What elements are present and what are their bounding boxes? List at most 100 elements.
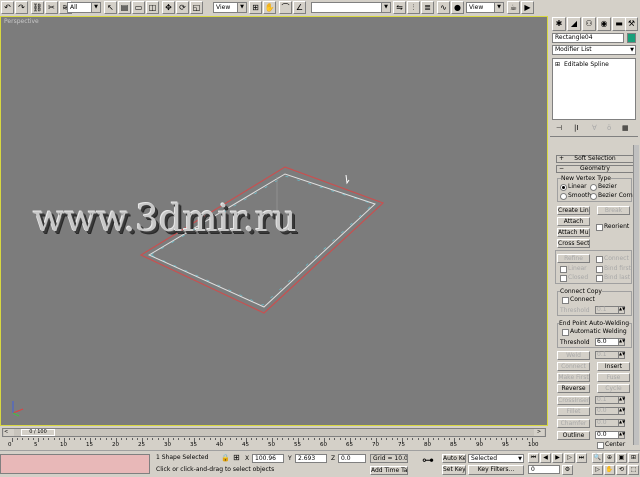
redo-icon[interactable]: ↷ bbox=[15, 1, 28, 14]
cycle-button[interactable]: Cycle bbox=[597, 384, 630, 393]
crossinsert-button[interactable]: CrossInsert bbox=[557, 396, 590, 405]
threshold-spinner[interactable]: 0.1 ▲▼ bbox=[595, 306, 625, 314]
modify-tab-icon[interactable]: ◢ bbox=[567, 17, 581, 31]
timeline-ruler[interactable]: 0 5 10 15 20 25 30 35 40 45 50 55 60 65 70 75 80 85 90 95 10… bbox=[8, 438, 539, 450]
selection-filter-dropdown[interactable]: All ▼ bbox=[67, 2, 101, 13]
break-button[interactable]: Break bbox=[597, 206, 630, 215]
object-color-swatch[interactable] bbox=[627, 33, 636, 43]
fov-icon[interactable]: ▷ bbox=[592, 465, 603, 475]
time-slider-left-arrow[interactable]: < bbox=[4, 429, 14, 436]
configure-sets-icon[interactable]: ▦ bbox=[622, 125, 629, 132]
absolute-mode-icon[interactable]: ⊞ bbox=[233, 454, 240, 462]
add-time-tag-button[interactable]: Add Time Tag bbox=[370, 466, 408, 475]
scale-icon[interactable]: ◱ bbox=[190, 1, 203, 14]
time-config-icon[interactable]: ⚙ bbox=[562, 465, 573, 475]
angle-snap-icon[interactable]: ∠ bbox=[293, 1, 306, 14]
pin-stack-icon[interactable]: ⊣ bbox=[556, 125, 562, 132]
previous-frame-icon[interactable]: ◀ bbox=[540, 453, 551, 463]
mirror-icon[interactable]: ⇋ bbox=[393, 1, 406, 14]
utilities-tab-icon[interactable]: ⚒ bbox=[625, 17, 638, 31]
arc-rotate-icon[interactable]: ⟲ bbox=[616, 465, 627, 475]
time-slider-thumb[interactable]: 0 / 100 bbox=[21, 429, 55, 436]
outline-button[interactable]: Outline bbox=[557, 431, 590, 440]
fillet-button[interactable]: Fillet bbox=[557, 407, 590, 416]
curve-editor-icon[interactable]: ∿ bbox=[437, 1, 450, 14]
quick-render-icon[interactable]: ▶ bbox=[521, 1, 534, 14]
radio-bezier[interactable] bbox=[590, 184, 597, 191]
time-slider-right-arrow[interactable]: > bbox=[534, 429, 544, 436]
select-manipulate-icon[interactable]: ✋ bbox=[263, 1, 276, 14]
go-to-start-icon[interactable]: ⏮ bbox=[528, 453, 539, 463]
pan-icon[interactable]: ✋ bbox=[604, 465, 615, 475]
maximize-viewport-icon[interactable]: ⬚ bbox=[628, 465, 639, 475]
current-frame-field[interactable]: 0 bbox=[528, 465, 560, 474]
connect-checkbox[interactable] bbox=[596, 256, 603, 263]
pivot-icon[interactable]: ⊞ bbox=[249, 1, 262, 14]
select-object-icon[interactable]: ↖ bbox=[104, 1, 117, 14]
radio-smooth[interactable] bbox=[560, 193, 567, 200]
linear-checkbox[interactable] bbox=[560, 266, 567, 273]
crossinsert-spinner[interactable]: 0.1 ▲▼ bbox=[595, 396, 625, 404]
move-icon[interactable]: ✥ bbox=[162, 1, 175, 14]
chamfer-spinner[interactable]: 0.0 ▲▼ bbox=[595, 419, 625, 427]
insert-button[interactable]: Insert bbox=[597, 362, 630, 371]
bind-first-checkbox[interactable] bbox=[596, 266, 603, 273]
maxscript-listener[interactable] bbox=[0, 454, 150, 474]
auto-key-button[interactable]: Auto Key bbox=[442, 454, 466, 463]
center-checkbox[interactable] bbox=[597, 442, 604, 449]
fillet-spinner[interactable]: 0.0 ▲▼ bbox=[595, 407, 625, 415]
zoom-icon[interactable]: 🔍 bbox=[592, 453, 603, 463]
threshold2-spinner[interactable]: 6.0 ▲▼ bbox=[595, 338, 625, 346]
cross-section-button[interactable]: Cross Section bbox=[557, 239, 590, 248]
display-tab-icon[interactable]: ▬ bbox=[612, 17, 626, 31]
lock-selection-icon[interactable]: 🔒 bbox=[221, 455, 230, 462]
next-frame-icon[interactable]: ▷ bbox=[564, 453, 575, 463]
select-link-icon[interactable]: ⛓ bbox=[31, 1, 44, 14]
modifier-list-dropdown[interactable]: Modifier List ▼ bbox=[552, 45, 636, 55]
align-icon[interactable]: ⫶ bbox=[407, 1, 420, 14]
chamfer-button[interactable]: Chamfer bbox=[557, 419, 590, 428]
ref-coord-dropdown[interactable]: View ▼ bbox=[213, 2, 247, 13]
rollout-soft-selection[interactable]: + Soft Selection bbox=[556, 155, 634, 163]
outline-spinner[interactable]: 0.0 ▲▼ bbox=[595, 431, 625, 439]
stack-expand-icon[interactable]: ⊞ bbox=[555, 61, 560, 68]
unlink-icon[interactable]: ✂ bbox=[45, 1, 58, 14]
play-icon[interactable]: ▶ bbox=[552, 453, 563, 463]
object-name-field[interactable]: Rectangle04 bbox=[552, 33, 624, 43]
set-key-button[interactable]: Set Key bbox=[442, 465, 466, 475]
connect-button[interactable]: Connect bbox=[557, 362, 590, 371]
weld-button[interactable]: Weld bbox=[557, 351, 590, 360]
x-coordinate-field[interactable]: 100.96 bbox=[252, 454, 284, 463]
reorient-checkbox[interactable] bbox=[596, 224, 603, 231]
panel-scrollbar[interactable] bbox=[633, 145, 639, 445]
attach-mult-button[interactable]: Attach Mult. bbox=[557, 228, 590, 237]
reverse-button[interactable]: Reverse bbox=[557, 384, 590, 393]
rotate-icon[interactable]: ⟳ bbox=[176, 1, 189, 14]
hierarchy-tab-icon[interactable]: ⚇ bbox=[582, 17, 596, 31]
undo-icon[interactable]: ↶ bbox=[1, 1, 14, 14]
snap-toggle-icon[interactable]: ⌒ bbox=[279, 1, 292, 14]
zoom-all-icon[interactable]: ⊕ bbox=[604, 453, 615, 463]
remove-modifier-icon[interactable]: ö bbox=[607, 125, 611, 132]
go-to-end-icon[interactable]: ⏭ bbox=[576, 453, 587, 463]
render-type-dropdown[interactable]: View ▼ bbox=[466, 2, 504, 13]
make-first-button[interactable]: Make First bbox=[557, 373, 590, 382]
modifier-stack[interactable]: ⊞ Editable Spline bbox=[552, 58, 636, 120]
zoom-extents-all-icon[interactable]: ⊞ bbox=[628, 453, 639, 463]
y-coordinate-field[interactable]: 2.693 bbox=[295, 454, 327, 463]
key-filters-button[interactable]: Key Filters... bbox=[468, 465, 524, 475]
selected-dropdown[interactable]: Selected ▼ bbox=[468, 454, 524, 463]
render-icon[interactable]: ☕ bbox=[507, 1, 520, 14]
material-editor-icon[interactable]: ● bbox=[451, 1, 464, 14]
weld-spinner[interactable]: 0.1 ▲▼ bbox=[595, 351, 625, 359]
rect-selection-icon[interactable]: ▭ bbox=[132, 1, 145, 14]
rollout-geometry[interactable]: − Geometry bbox=[556, 165, 634, 173]
radio-linear[interactable] bbox=[560, 184, 567, 191]
zoom-extents-icon[interactable]: ▣ bbox=[616, 453, 627, 463]
window-crossing-icon[interactable]: ◫ bbox=[146, 1, 159, 14]
key-icon[interactable]: ⊶ bbox=[422, 454, 434, 466]
perspective-viewport[interactable]: Perspective www.3dmir.ru bbox=[0, 16, 548, 426]
refine-button[interactable]: Refine bbox=[557, 254, 590, 263]
make-unique-icon[interactable]: ∀ bbox=[592, 125, 597, 132]
z-coordinate-field[interactable]: 0.0 bbox=[338, 454, 366, 463]
